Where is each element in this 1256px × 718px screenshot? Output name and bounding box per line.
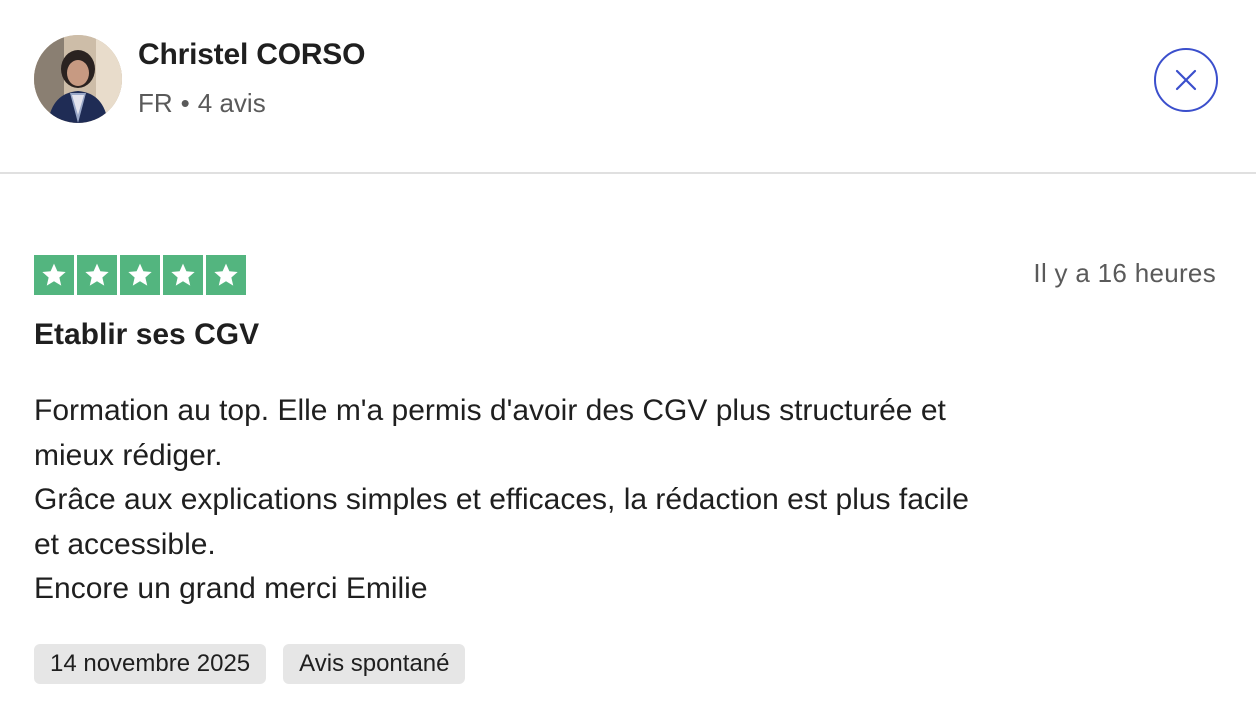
star-box [77,255,117,295]
review-title[interactable]: Etablir ses CGV [34,318,259,352]
star-icon [42,263,66,286]
star-rating [34,255,246,295]
star-box [34,255,74,295]
star-icon [85,263,109,286]
meta-separator: • [180,88,190,118]
review-body: Formation au top. Elle m'a permis d'avoi… [34,389,1114,612]
review-tags: 14 novembre 2025 Avis spontané [34,644,466,684]
reviewer-review-count: 4 avis [197,88,266,118]
reviewer-meta: FR • 4 avis [138,88,266,119]
star-box [163,255,203,295]
avatar-photo [34,35,122,123]
close-icon [1175,69,1197,91]
review-body-line: mieux rédiger. [34,438,223,472]
star-icon [128,263,152,286]
star-icon [214,263,238,286]
avatar[interactable] [34,35,122,123]
close-button[interactable] [1154,48,1218,112]
review-body-line: Encore un grand merci Emilie [34,572,428,605]
star-box [120,255,160,295]
review-body-line: Grâce aux explications simples et effica… [34,483,969,516]
review-card: Christel CORSO FR • 4 avis Il y a 16 heure… [0,0,1256,718]
star-icon [171,263,195,286]
star-box [206,255,246,295]
review-type-tag[interactable]: Avis spontané [283,644,466,684]
reviewer-country: FR [138,88,173,118]
review-body-line: et accessible. [34,527,216,561]
reviewer-header: Christel CORSO FR • 4 avis [0,0,1256,174]
review-body-line: Formation au top. Elle m'a permis d'avoi… [34,394,946,427]
reviewer-name[interactable]: Christel CORSO [138,38,365,72]
review-date-tag: 14 novembre 2025 [34,644,267,684]
review-relative-date: Il y a 16 heures [1033,258,1216,288]
